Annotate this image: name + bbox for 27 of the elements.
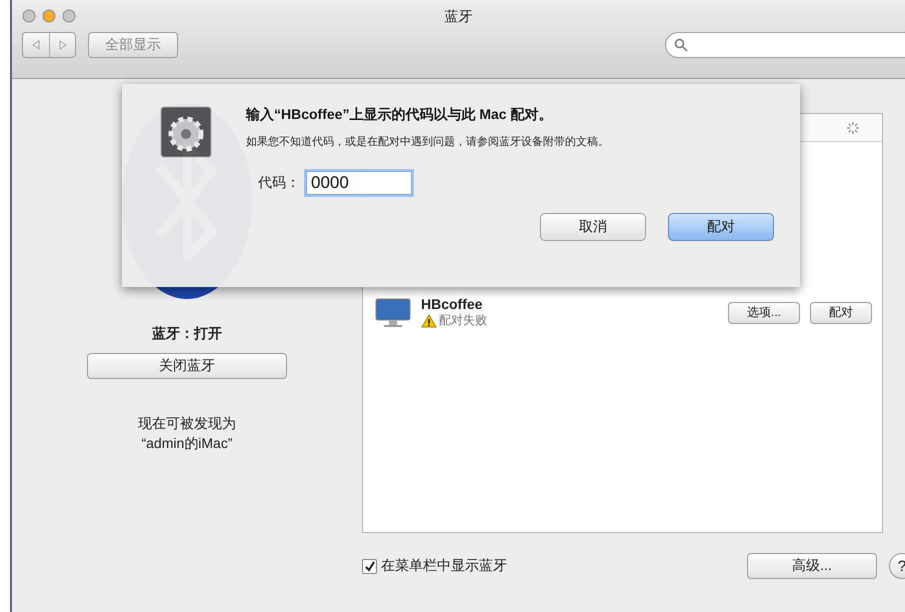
turn-off-bluetooth-button[interactable]: 关闭蓝牙: [87, 353, 287, 379]
bluetooth-status: 蓝牙：打开: [152, 325, 222, 343]
device-action-button[interactable]: 选项...: [728, 302, 800, 324]
back-arrow-icon: [31, 40, 41, 50]
window-control-icon[interactable]: [22, 9, 36, 23]
dialog-title: 输入“HBcoffee”上显示的代码以与此 Mac 配对。: [246, 106, 554, 124]
dialog-message: 如果您不知道代码，或是在配对中遇到问题，请参阅蓝牙设备附带的文稿。: [246, 134, 610, 149]
search-icon: [674, 38, 688, 52]
dialog-button[interactable]: 配对: [668, 213, 774, 241]
search-field[interactable]: [665, 32, 905, 58]
monitor-icon: [375, 298, 411, 328]
code-field[interactable]: 0000: [306, 171, 412, 195]
dialog-button[interactable]: 取消: [540, 213, 646, 241]
window-control-icon[interactable]: [42, 9, 56, 23]
code-label: 代码：: [258, 174, 300, 192]
device-status: 配对失败: [439, 312, 487, 329]
gear-icon: [160, 106, 212, 158]
advanced-button[interactable]: 高级...: [747, 553, 877, 579]
forward-arrow-icon: [58, 40, 68, 50]
window-title: 蓝牙: [444, 8, 472, 24]
checkbox-icon[interactable]: [362, 558, 377, 574]
discoverable-text: 现在可被发现为 “admin的iMac”: [138, 414, 236, 453]
window-control-icon[interactable]: [62, 9, 76, 23]
device-action-button[interactable]: 配对: [810, 302, 872, 324]
show-in-menu-bar-checkbox[interactable]: 在菜单栏中显示蓝牙: [362, 557, 507, 575]
spinner-icon: [846, 120, 860, 134]
device-name: HBcoffee: [421, 296, 484, 312]
